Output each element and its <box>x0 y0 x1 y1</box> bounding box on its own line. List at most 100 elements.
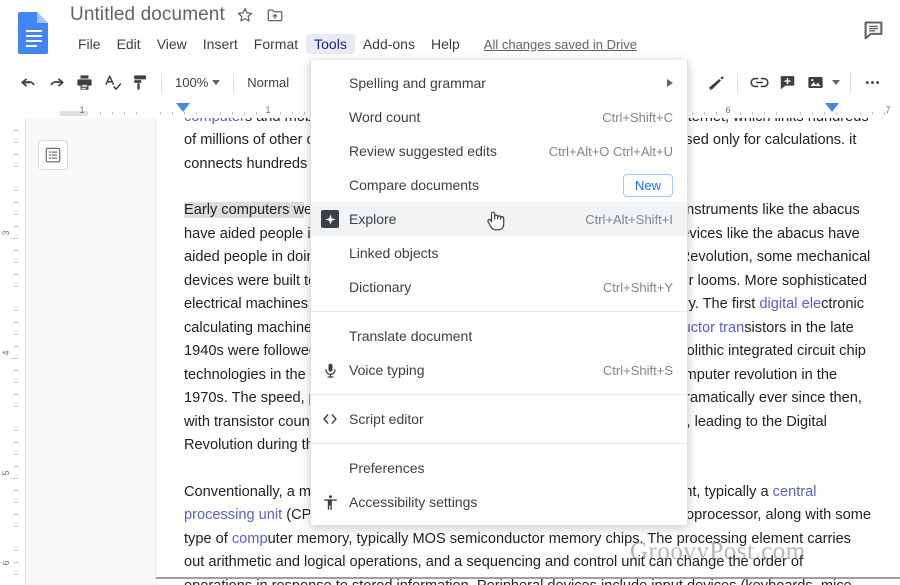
toolbar-divider <box>850 72 851 93</box>
ruler-number: 6 <box>1 560 11 566</box>
zoom-selector[interactable]: 100% <box>169 72 226 93</box>
ruler-number: 1 <box>265 105 271 115</box>
menu-item-shortcut: Ctrl+Alt+Shift+I <box>585 211 673 227</box>
more-options-icon[interactable] <box>858 69 886 97</box>
menu-translate-document[interactable]: Translate document <box>311 319 687 353</box>
save-status[interactable]: All changes saved in Drive <box>484 37 637 52</box>
menu-item-label: Preferences <box>349 460 425 476</box>
ruler-number: 7 <box>885 105 891 115</box>
code-brackets-icon <box>311 410 349 428</box>
menu-addons[interactable]: Add-ons <box>355 34 423 54</box>
ruler-number: 6 <box>725 105 731 115</box>
menu-item-label: Voice typing <box>349 362 425 378</box>
document-title-row: Untitled document <box>70 4 285 26</box>
menu-item-label: Compare documents <box>349 177 479 193</box>
menu-accessibility-settings[interactable]: Accessibility settings <box>311 485 687 519</box>
menu-item-label: Dictionary <box>349 279 412 295</box>
redo-icon[interactable] <box>42 69 70 97</box>
menu-tools[interactable]: Tools <box>306 34 355 54</box>
menu-item-label: Accessibility settings <box>349 494 478 510</box>
document-text-run: (CP <box>282 507 312 523</box>
tools-dropdown-menu[interactable]: Spelling and grammar Word count Ctrl+Shift… <box>310 60 688 526</box>
move-to-folder-icon[interactable] <box>265 5 285 25</box>
left-indent-marker[interactable] <box>176 103 190 112</box>
app-header: Untitled document File Edit View Insert … <box>0 0 900 62</box>
menu-compare-documents[interactable]: Compare documents New <box>311 168 687 202</box>
explore-icon <box>311 210 349 228</box>
menu-item-label: Explore <box>349 211 397 227</box>
toolbar-divider <box>233 72 235 93</box>
ruler-number: 5 <box>1 470 11 476</box>
zoom-value: 100% <box>175 75 209 90</box>
docs-logo-icon <box>14 10 54 54</box>
insert-image-icon[interactable] <box>801 69 829 97</box>
menu-divider <box>311 443 687 444</box>
menu-help[interactable]: Help <box>423 34 468 54</box>
paint-format-icon[interactable] <box>126 69 154 97</box>
document-text-run: Conventionally, a m <box>184 483 312 500</box>
menu-item-label: Script editor <box>349 411 424 427</box>
document-text-run: The first <box>702 296 760 312</box>
menu-script-editor[interactable]: Script editor <box>311 402 687 436</box>
toolbar-divider <box>737 72 738 93</box>
ruler-number: 3 <box>1 230 11 236</box>
status-badge: New <box>622 173 673 197</box>
chevron-down-icon <box>832 80 840 85</box>
menu-dictionary[interactable]: Dictionary Ctrl+Shift+Y <box>311 270 687 304</box>
toolbar-divider <box>161 72 162 93</box>
menu-item-shortcut: Ctrl+Shift+Y <box>602 279 673 295</box>
undo-icon[interactable] <box>14 69 42 97</box>
document-link[interactable]: central <box>773 484 817 500</box>
page-title[interactable]: Untitled document <box>70 4 225 26</box>
star-icon[interactable] <box>235 5 255 25</box>
comment-icon[interactable] <box>858 14 888 44</box>
insert-link-icon[interactable] <box>745 69 773 97</box>
menu-review-suggested-edits[interactable]: Review suggested edits Ctrl+Alt+O Ctrl+Al… <box>311 134 687 168</box>
menu-word-count[interactable]: Word count Ctrl+Shift+C <box>311 100 687 134</box>
add-comment-icon[interactable] <box>773 69 801 97</box>
paragraph-style-selector[interactable]: Normal <box>241 72 295 93</box>
menu-item-label: Linked objects <box>349 245 439 261</box>
menu-bar: File Edit View Insert Format Tools Add-o… <box>70 33 637 55</box>
document-outline-icon[interactable] <box>38 140 68 170</box>
document-text-run: More sophisticated <box>744 272 868 289</box>
spelling-check-icon[interactable] <box>98 69 126 97</box>
document-text-run: t arithmetic and logical operations, and… <box>200 554 729 570</box>
menu-item-label: Translate document <box>349 328 473 344</box>
menu-item-shortcut: Ctrl+Shift+C <box>602 109 673 125</box>
menu-divider <box>311 311 687 312</box>
document-link[interactable]: comp <box>232 531 268 547</box>
page-bottom-border <box>156 577 900 579</box>
menu-voice-typing[interactable]: Voice typing Ctrl+Shift+S <box>311 353 687 387</box>
ruler-number: 1 <box>79 105 85 115</box>
pencil-icon[interactable] <box>702 69 730 97</box>
document-outline-panel <box>26 118 156 585</box>
menu-item-label: Review suggested edits <box>349 143 497 159</box>
menu-item-shortcut: Ctrl+Shift+S <box>602 362 673 378</box>
microphone-icon <box>311 362 349 379</box>
highlighted-text: Early computers w <box>184 202 305 218</box>
menu-insert[interactable]: Insert <box>195 34 246 54</box>
chevron-down-icon <box>212 80 221 85</box>
chevron-right-icon <box>667 79 673 87</box>
document-link[interactable]: processing unit <box>184 507 282 523</box>
menu-file[interactable]: File <box>70 34 109 54</box>
menu-item-label: Spelling and grammar <box>349 75 486 91</box>
vertical-ruler[interactable]: 3 4 5 6 <box>0 118 26 585</box>
menu-edit[interactable]: Edit <box>109 34 149 54</box>
menu-preferences[interactable]: Preferences <box>311 451 687 485</box>
google-docs-window: Untitled document File Edit View Insert … <box>0 0 900 585</box>
print-icon[interactable] <box>70 69 98 97</box>
menu-format[interactable]: Format <box>246 34 306 54</box>
document-link[interactable]: digital ele <box>759 296 821 312</box>
ruler-number: 4 <box>1 350 11 356</box>
menu-view[interactable]: View <box>149 34 195 54</box>
menu-item-shortcut: Ctrl+Alt+O Ctrl+Alt+U <box>548 143 673 159</box>
menu-explore[interactable]: Explore Ctrl+Alt+Shift+I <box>311 202 687 236</box>
insert-image-dropdown[interactable] <box>829 69 843 97</box>
menu-divider <box>311 394 687 395</box>
right-indent-marker[interactable] <box>825 103 839 112</box>
menu-linked-objects[interactable]: Linked objects <box>311 236 687 270</box>
document-text-run: uter memory, typically MOS semiconductor… <box>267 530 752 547</box>
menu-spelling-and-grammar[interactable]: Spelling and grammar <box>311 66 687 100</box>
